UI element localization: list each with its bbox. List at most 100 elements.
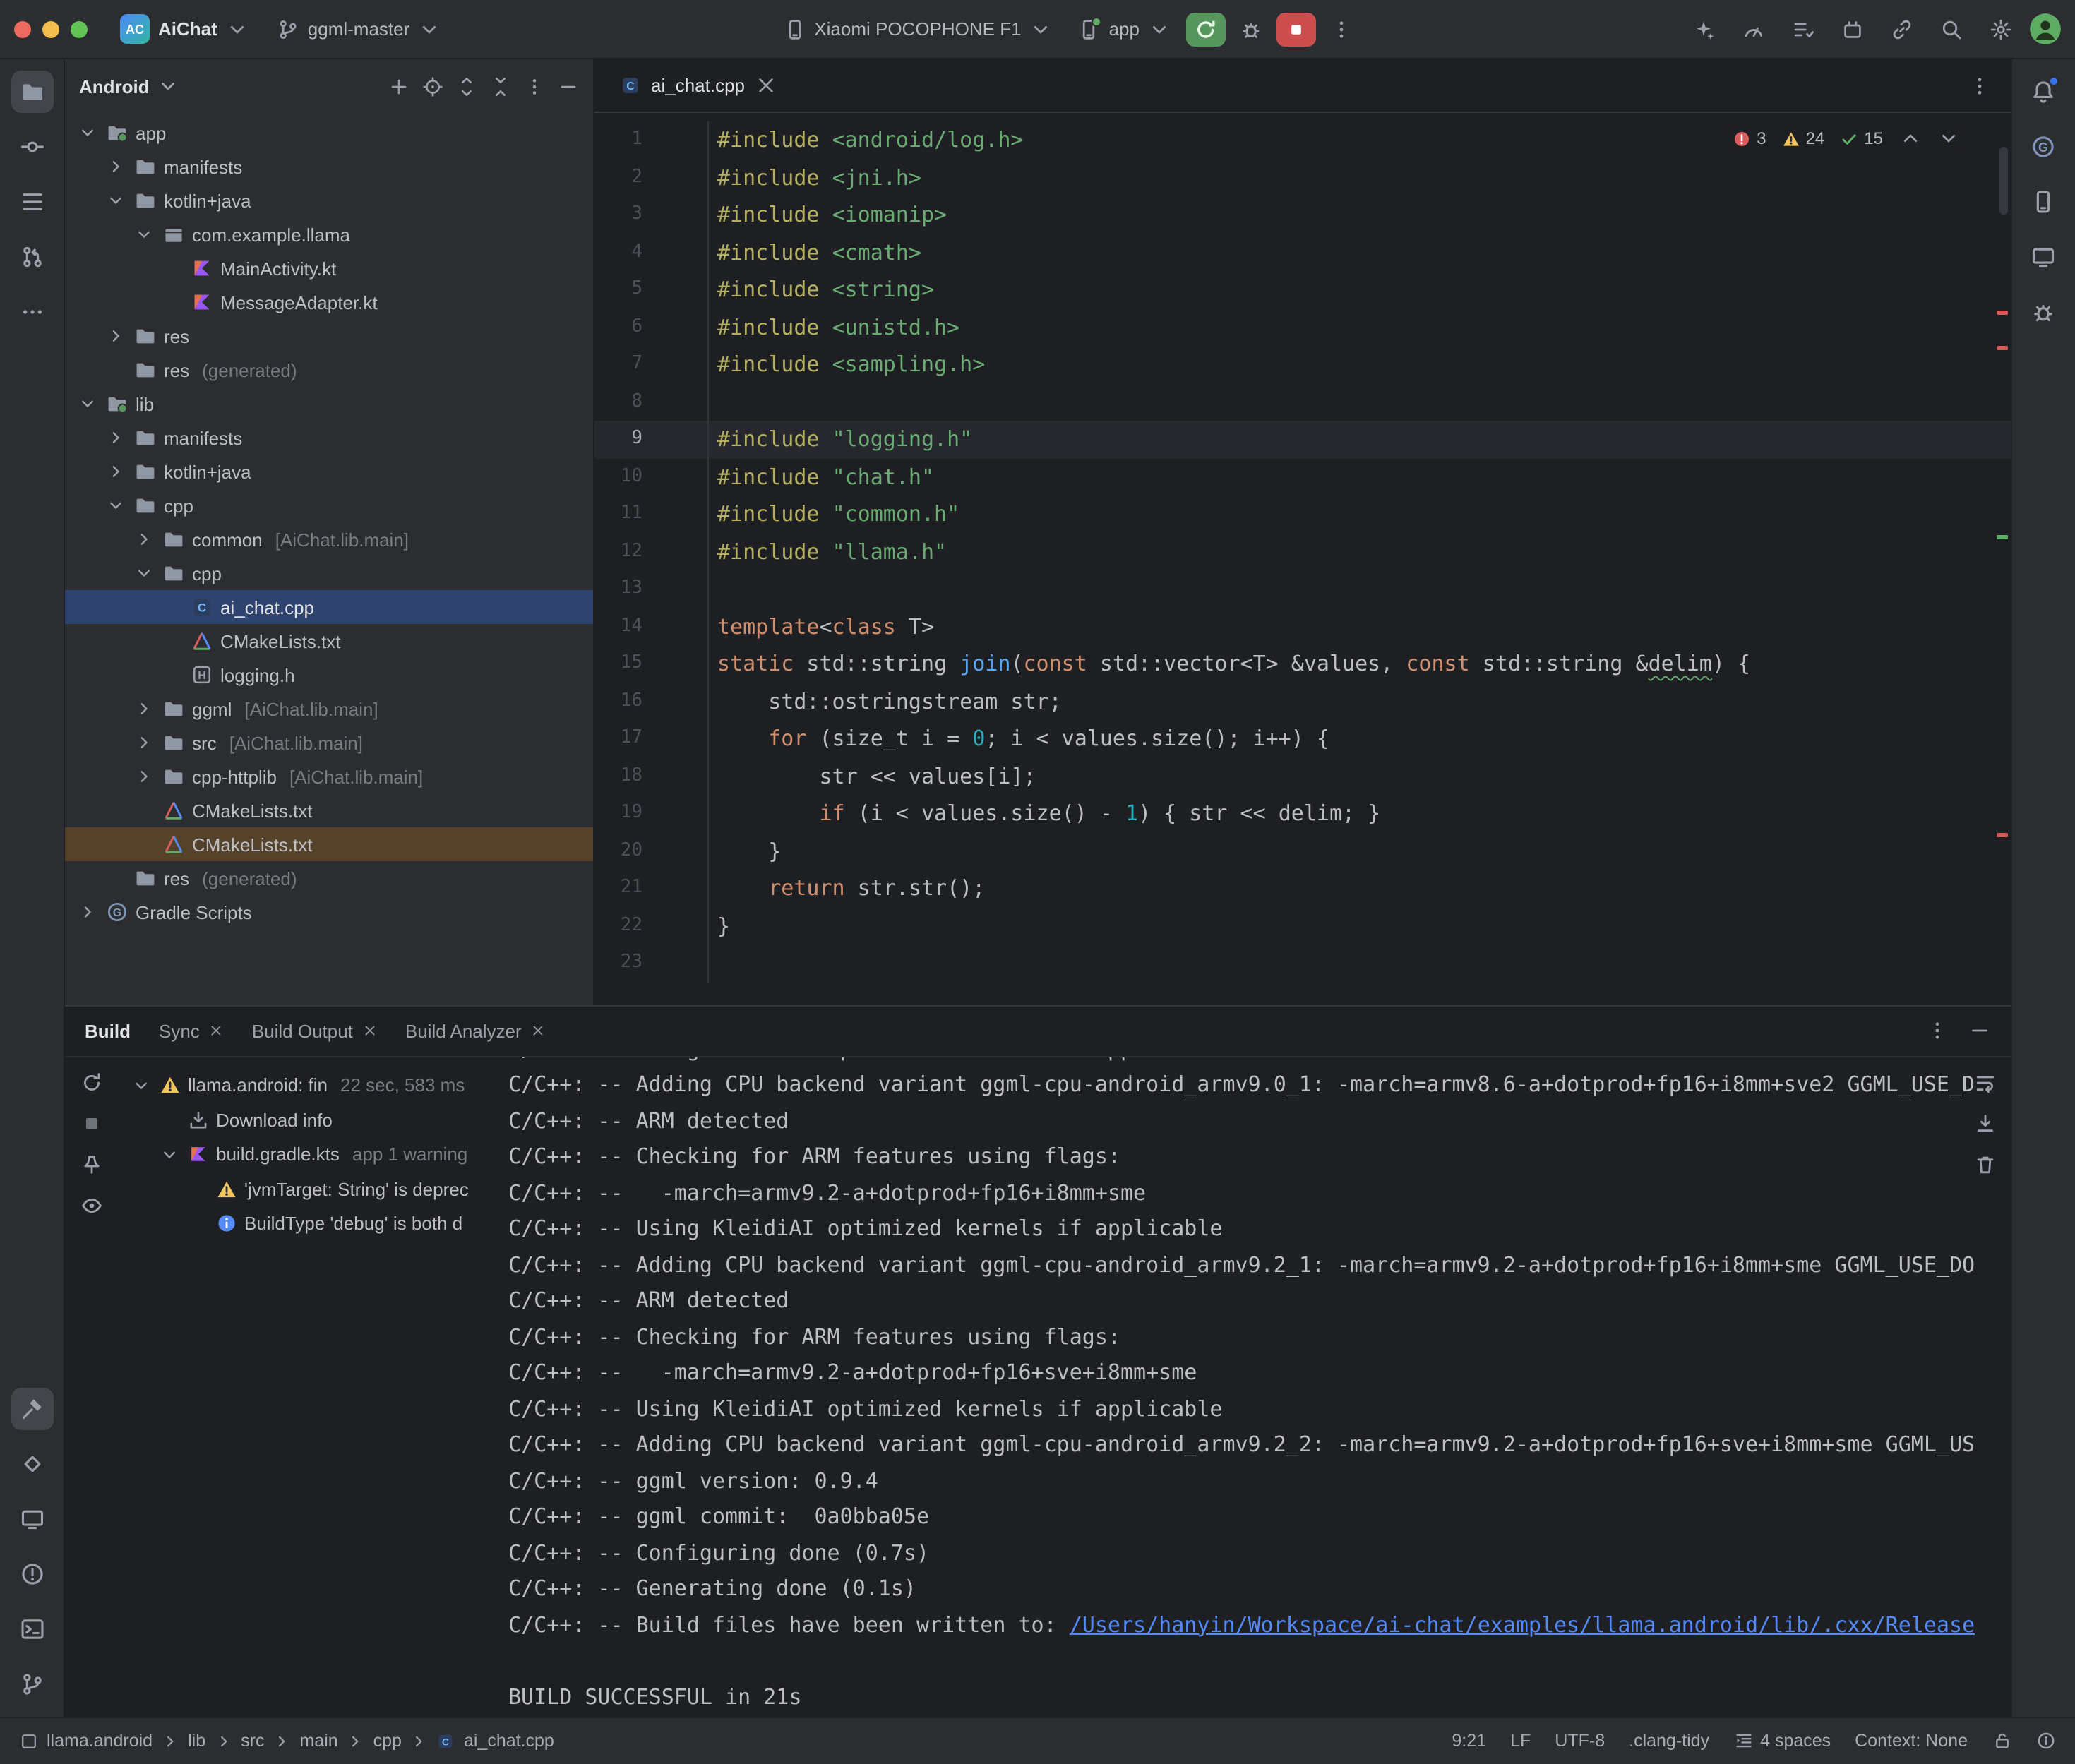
code-line-13[interactable]: 13 bbox=[594, 570, 2010, 608]
code-editor[interactable]: 1#include <android/log.h>2#include <jni.… bbox=[594, 113, 2010, 1004]
code-line-18[interactable]: 18 str << values[i]; bbox=[594, 757, 2010, 795]
tree-item-download-info[interactable]: Download info bbox=[119, 1103, 503, 1137]
tree-item-res[interactable]: res bbox=[65, 319, 593, 353]
layout-inspector-tool-button[interactable] bbox=[2022, 236, 2064, 278]
hide-panel-icon[interactable] bbox=[558, 76, 579, 97]
debug-button[interactable] bbox=[1231, 12, 1271, 46]
change-stripe-mark[interactable] bbox=[1996, 535, 2007, 539]
tree-item--jvmtarget-string-is-deprec[interactable]: 'jvmTarget: String' is deprec bbox=[119, 1172, 503, 1206]
tree-item-ai-chat-cpp[interactable]: Cai_chat.cpp bbox=[65, 590, 593, 624]
editor-tab-ai-chat-cpp[interactable]: C ai_chat.cpp bbox=[606, 59, 790, 112]
code-line-16[interactable]: 16 std::ostringstream str; bbox=[594, 683, 2010, 720]
line-separator-widget[interactable]: LF bbox=[1510, 1731, 1531, 1751]
project-view-selector[interactable]: Android bbox=[79, 76, 150, 97]
code-line-11[interactable]: 11#include "common.h" bbox=[594, 496, 2010, 533]
clang-tidy-widget[interactable]: .clang-tidy bbox=[1629, 1731, 1709, 1751]
tree-item-cpp[interactable]: cpp bbox=[65, 556, 593, 590]
code-line-15[interactable]: 15static std::string join(const std::vec… bbox=[594, 645, 2010, 683]
tree-item-res[interactable]: res(generated) bbox=[65, 353, 593, 387]
rerun-build-icon[interactable] bbox=[80, 1071, 103, 1093]
chevron-down-icon[interactable] bbox=[133, 563, 155, 583]
gradle-tool-button[interactable]: G bbox=[2022, 126, 2064, 168]
app-quality-insights-tool-button[interactable] bbox=[2022, 291, 2064, 333]
close-tab-icon[interactable] bbox=[532, 1024, 546, 1038]
code-line-21[interactable]: 21 return str.str(); bbox=[594, 870, 2010, 907]
breadcrumb-item[interactable]: cpp bbox=[373, 1731, 402, 1751]
tree-item-manifests[interactable]: manifests bbox=[65, 150, 593, 184]
more-run-options-button[interactable] bbox=[1322, 12, 1361, 46]
tree-item-lib[interactable]: lib bbox=[65, 387, 593, 421]
sync-button[interactable] bbox=[1882, 12, 1921, 46]
chevron-right-icon[interactable] bbox=[133, 699, 155, 719]
close-tab-icon[interactable] bbox=[210, 1024, 224, 1038]
code-line-5[interactable]: 5#include <string> bbox=[594, 271, 2010, 308]
chevron-down-icon[interactable] bbox=[104, 191, 127, 210]
structure-tool-button[interactable] bbox=[11, 181, 53, 223]
user-avatar[interactable] bbox=[2028, 13, 2061, 45]
project-widget[interactable]: AC AiChat bbox=[110, 8, 258, 49]
ai-assistant-button[interactable] bbox=[1684, 12, 1723, 46]
terminal-tool-button[interactable] bbox=[11, 1607, 53, 1650]
pin-tab-icon[interactable] bbox=[80, 1153, 103, 1175]
code-line-2[interactable]: 2#include <jni.h> bbox=[594, 159, 2010, 196]
chevron-down-icon[interactable] bbox=[130, 1076, 153, 1096]
code-line-22[interactable]: 22} bbox=[594, 907, 2010, 944]
running-devices-tool-button[interactable] bbox=[11, 1497, 53, 1540]
code-line-12[interactable]: 12#include "llama.h" bbox=[594, 533, 2010, 570]
pull-requests-tool-button[interactable] bbox=[11, 236, 53, 278]
chevron-right-icon[interactable] bbox=[76, 902, 99, 922]
code-line-20[interactable]: 20 } bbox=[594, 832, 2010, 870]
minimize-window-button[interactable] bbox=[42, 20, 59, 37]
expand-all-icon[interactable] bbox=[456, 76, 477, 97]
chevron-right-icon[interactable] bbox=[133, 767, 155, 786]
editor-options-icon[interactable] bbox=[1968, 74, 1990, 97]
tree-item-cpp[interactable]: cpp bbox=[65, 488, 593, 522]
tree-item-com-example-llama[interactable]: com.example.llama bbox=[65, 217, 593, 251]
inspect-icon[interactable] bbox=[80, 1194, 103, 1216]
code-line-8[interactable]: 8 bbox=[594, 383, 2010, 421]
tree-item-src[interactable]: src[AiChat.lib.main] bbox=[65, 726, 593, 760]
code-line-4[interactable]: 4#include <cmath> bbox=[594, 234, 2010, 271]
build-panel-title[interactable]: Build bbox=[85, 1020, 131, 1041]
close-window-button[interactable] bbox=[14, 20, 31, 37]
vcs-branch-widget[interactable]: ggml-master bbox=[267, 12, 451, 46]
breadcrumb-item[interactable]: main bbox=[299, 1731, 337, 1751]
tree-item-mainactivity-kt[interactable]: MainActivity.kt bbox=[65, 251, 593, 285]
settings-button[interactable] bbox=[1980, 12, 2020, 46]
tree-item-cmakelists-txt[interactable]: CMakeLists.txt bbox=[65, 793, 593, 827]
tree-item-res[interactable]: res(generated) bbox=[65, 861, 593, 895]
error-stripe-mark[interactable] bbox=[1996, 311, 2007, 315]
tree-item-buildtype-debug-is-both-d[interactable]: BuildType 'debug' is both d bbox=[119, 1206, 503, 1241]
tree-item-app[interactable]: app bbox=[65, 116, 593, 150]
chevron-right-icon[interactable] bbox=[104, 462, 127, 481]
hide-build-panel-icon[interactable] bbox=[1968, 1019, 1990, 1042]
scrollbar-thumb[interactable] bbox=[1999, 147, 2007, 215]
chevron-right-icon[interactable] bbox=[104, 157, 127, 176]
code-line-9[interactable]: 9#include "logging.h" bbox=[594, 421, 2010, 458]
notifications-tool-button[interactable] bbox=[2022, 71, 2064, 113]
stop-build-icon[interactable] bbox=[80, 1112, 103, 1134]
code-line-3[interactable]: 3#include <iomanip> bbox=[594, 196, 2010, 234]
write-access-widget[interactable] bbox=[1992, 1731, 2011, 1751]
warning-count[interactable]: 24 bbox=[1782, 128, 1825, 148]
error-stripe-mark[interactable] bbox=[1996, 346, 2007, 350]
search-everywhere-button[interactable] bbox=[1931, 12, 1971, 46]
tree-item-logging-h[interactable]: Hlogging.h bbox=[65, 658, 593, 692]
breadcrumb-item[interactable]: ai_chat.cpp bbox=[464, 1731, 554, 1751]
chevron-down-icon[interactable] bbox=[76, 123, 99, 143]
version-control-tool-button[interactable] bbox=[11, 1662, 53, 1705]
collapse-all-icon[interactable] bbox=[490, 76, 511, 97]
close-tab-icon[interactable] bbox=[363, 1024, 377, 1038]
chevron-right-icon[interactable] bbox=[133, 529, 155, 549]
tree-item-messageadapter-kt[interactable]: MessageAdapter.kt bbox=[65, 285, 593, 319]
breadcrumb-item[interactable]: src bbox=[241, 1731, 264, 1751]
tree-item-cmakelists-txt[interactable]: CMakeLists.txt bbox=[65, 624, 593, 658]
chevron-down-icon[interactable] bbox=[157, 75, 179, 97]
next-problem-icon[interactable] bbox=[1937, 127, 1959, 150]
code-line-19[interactable]: 19 if (i < values.size() - 1) { str << d… bbox=[594, 795, 2010, 832]
passed-checks-count[interactable]: 15 bbox=[1840, 128, 1883, 148]
build-console[interactable]: C/C++: -- Using KleidiAI optimized kerne… bbox=[503, 1057, 2010, 1716]
build-tab-build-output[interactable]: Build Output bbox=[252, 1020, 377, 1041]
chevron-right-icon[interactable] bbox=[104, 428, 127, 448]
more-options-icon[interactable] bbox=[524, 76, 545, 97]
